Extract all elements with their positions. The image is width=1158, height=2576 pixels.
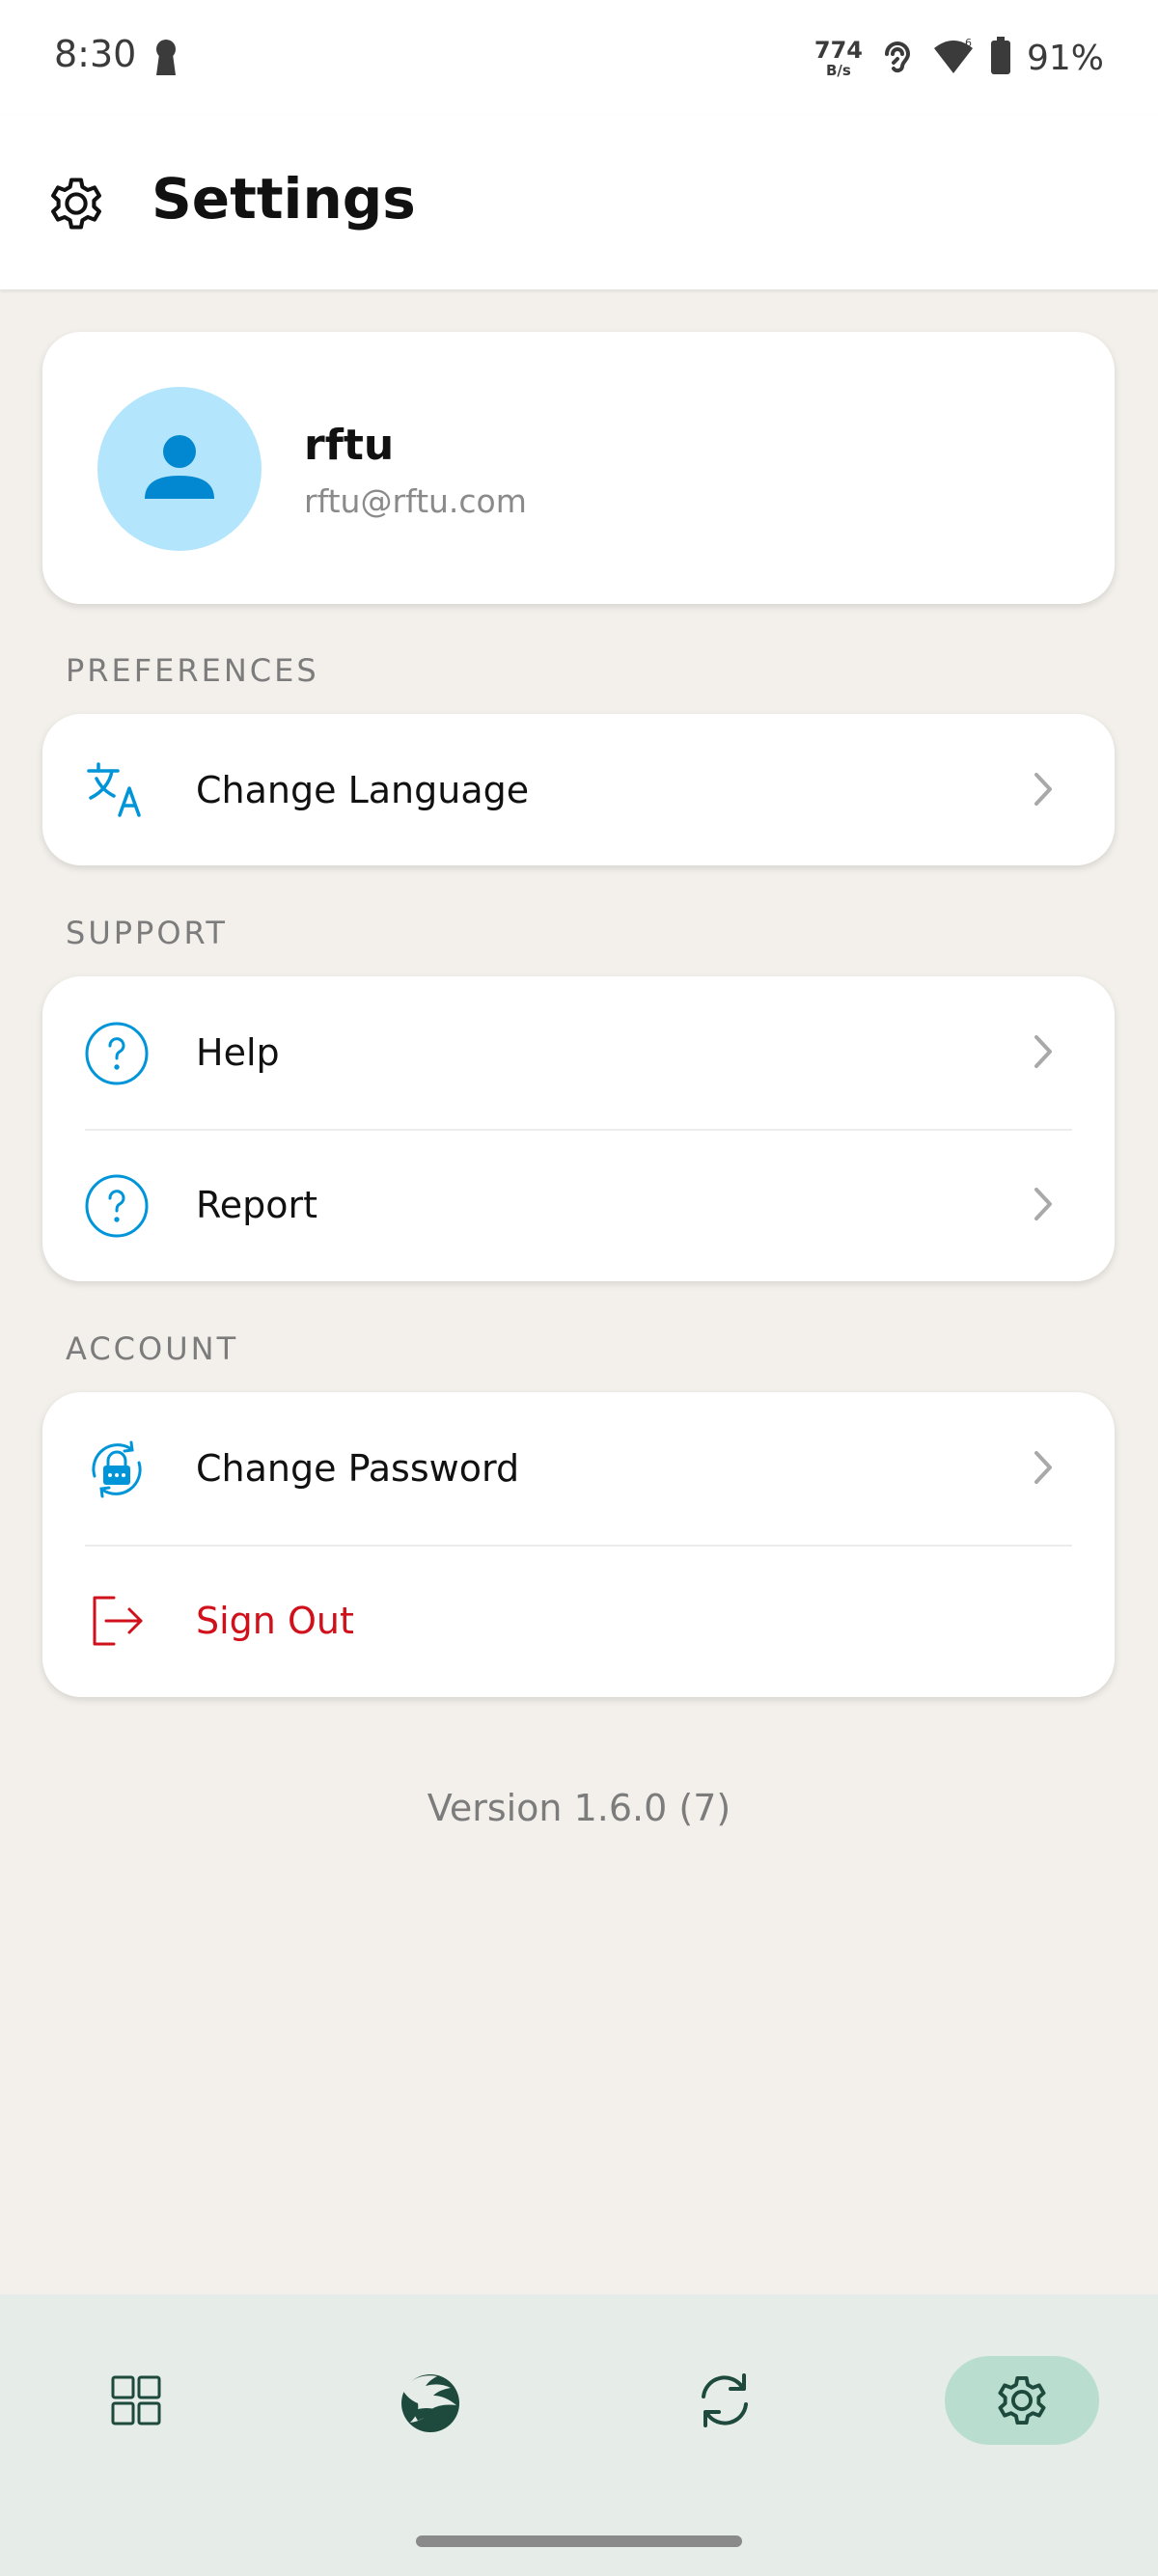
password-lock-icon — [85, 1438, 147, 1499]
sign-out-row[interactable]: Sign Out — [42, 1545, 1115, 1697]
help-label: Help — [196, 1031, 280, 1074]
account-card: Change Password Sign Out — [42, 1392, 1115, 1697]
nav-logo[interactable] — [353, 2356, 508, 2445]
user-email: rftu@rftu.com — [304, 482, 527, 520]
translate-icon — [85, 759, 147, 821]
page-title: Settings — [152, 166, 416, 232]
keyhole-icon — [154, 39, 178, 82]
gear-icon — [42, 170, 110, 242]
chevron-right-icon — [1032, 1448, 1055, 1492]
change-language-label: Change Language — [196, 769, 530, 811]
report-label: Report — [196, 1184, 317, 1226]
status-bar: 8:30 774 B/s 6 91% — [0, 0, 1158, 116]
home-indicator[interactable] — [416, 2535, 742, 2547]
section-header-account: ACCOUNT — [66, 1330, 239, 1367]
hearing-icon — [878, 37, 917, 80]
support-card: Help Report — [42, 976, 1115, 1281]
preferences-card: Change Language — [42, 714, 1115, 865]
dragon-logo-icon — [401, 2374, 459, 2432]
person-icon — [145, 435, 214, 499]
network-speed-value: 774 — [813, 36, 863, 64]
app-bar: Settings — [0, 116, 1158, 289]
change-password-row[interactable]: Change Password — [42, 1392, 1115, 1545]
section-header-support: SUPPORT — [66, 915, 228, 951]
battery-icon — [990, 36, 1011, 80]
wifi-icon: 6 — [932, 37, 975, 80]
status-indicators: 774 B/s 6 91% — [814, 31, 1104, 85]
status-time: 8:30 — [54, 33, 137, 75]
report-row[interactable]: Report — [42, 1129, 1115, 1281]
svg-text:6: 6 — [965, 37, 972, 49]
section-header-preferences: PREFERENCES — [66, 652, 319, 689]
avatar — [97, 387, 262, 551]
help-row[interactable]: Help — [42, 976, 1115, 1129]
profile-card[interactable]: rftu rftu@rftu.com — [42, 332, 1115, 604]
chevron-right-icon — [1032, 1032, 1055, 1076]
grid-icon — [111, 2375, 161, 2425]
battery-percentage: 91% — [1026, 38, 1104, 78]
sync-icon — [702, 2373, 748, 2427]
network-speed-unit: B/s — [826, 61, 851, 79]
user-name: rftu — [304, 421, 395, 470]
chevron-right-icon — [1032, 1185, 1055, 1228]
nav-dashboard[interactable] — [59, 2356, 213, 2445]
sign-out-icon — [85, 1590, 147, 1652]
chevron-right-icon — [1032, 770, 1055, 813]
nav-settings[interactable] — [945, 2356, 1099, 2445]
gear-icon — [998, 2375, 1046, 2425]
sign-out-label: Sign Out — [196, 1600, 354, 1642]
app-version: Version 1.6.0 (7) — [427, 1787, 731, 1829]
nav-sync[interactable] — [648, 2356, 802, 2445]
bottom-navigation — [0, 2294, 1158, 2576]
change-password-label: Change Password — [196, 1447, 520, 1490]
network-speed: 774 B/s — [814, 39, 863, 78]
help-circle-icon — [85, 1022, 149, 1085]
change-language-row[interactable]: Change Language — [42, 714, 1115, 866]
help-circle-icon — [85, 1174, 149, 1238]
